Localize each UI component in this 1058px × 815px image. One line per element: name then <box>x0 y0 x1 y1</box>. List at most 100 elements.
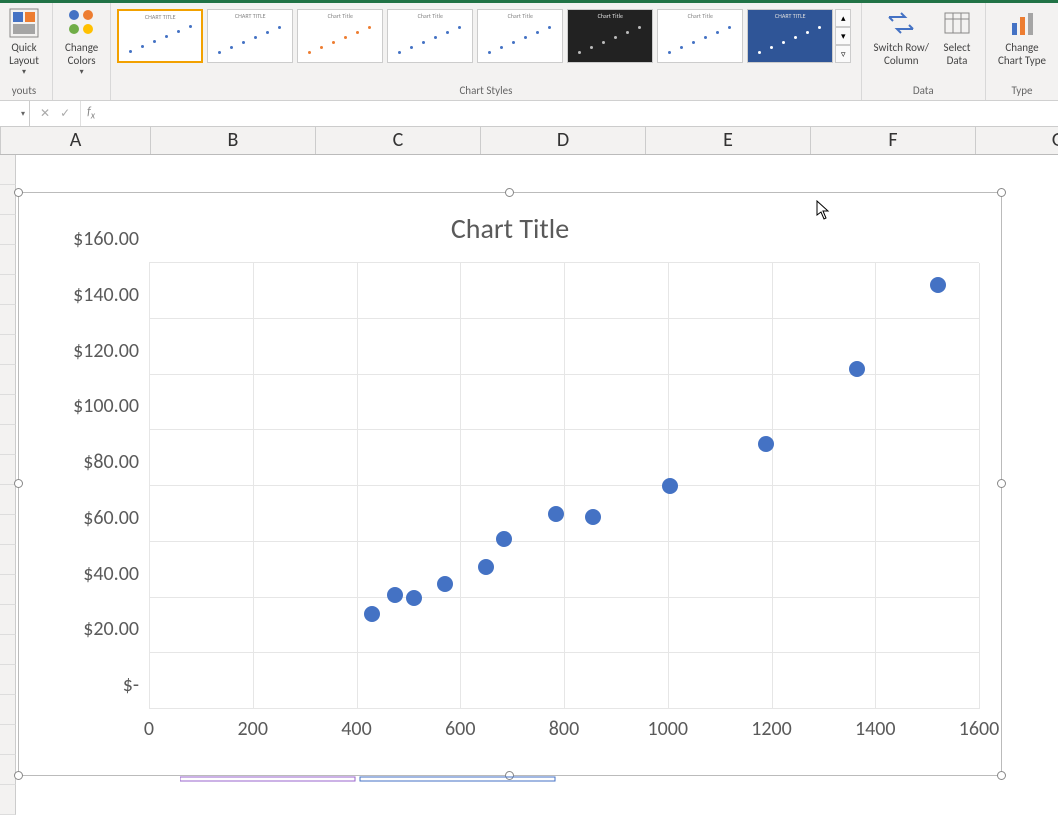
y-axis-tick-label: $140.00 <box>29 283 149 307</box>
x-axis-tick-label: 1600 <box>959 709 1000 741</box>
y-axis-tick-label: $160.00 <box>29 227 149 251</box>
resize-handle[interactable] <box>997 771 1006 780</box>
data-point[interactable] <box>585 509 601 525</box>
embedded-chart[interactable]: Chart Title $-$20.00$40.00$60.00$80.00$1… <box>18 192 1002 776</box>
switch-row-column-label: Switch Row/Column <box>874 41 929 67</box>
ribbon-group-label-layouts: youts <box>2 82 46 100</box>
data-point[interactable] <box>548 506 564 522</box>
chart-title[interactable]: Chart Title <box>19 193 1001 252</box>
fx-icon[interactable]: fx <box>81 101 103 126</box>
resize-handle[interactable] <box>14 479 23 488</box>
x-axis-tick-label: 1400 <box>855 709 896 741</box>
resize-handle[interactable] <box>505 188 514 197</box>
formula-bar: ▾ ✕ ✓ fx <box>0 101 1058 127</box>
column-header[interactable]: C <box>316 127 481 154</box>
y-axis-tick-label: $60.00 <box>29 506 149 530</box>
row-header[interactable] <box>0 395 16 425</box>
y-axis-tick-label: $100.00 <box>29 394 149 418</box>
chart-style-thumb[interactable]: Chart Title <box>387 9 473 63</box>
ribbon-group-label-empty <box>59 82 104 100</box>
row-header[interactable] <box>0 245 16 275</box>
data-point[interactable] <box>758 436 774 452</box>
x-axis-tick-label: 0 <box>144 709 154 741</box>
column-header[interactable]: B <box>151 127 316 154</box>
enter-formula-icon[interactable]: ✓ <box>60 106 70 121</box>
switch-row-column-button[interactable]: Switch Row/Column <box>868 5 935 67</box>
column-headers: A B C D E F G <box>0 127 1058 155</box>
row-header[interactable] <box>0 575 16 605</box>
chart-data-range-indicator <box>180 773 580 781</box>
quick-layout-button[interactable]: QuickLayout ▾ <box>2 5 46 77</box>
formula-input[interactable] <box>103 101 1058 126</box>
row-header[interactable] <box>0 665 16 695</box>
chart-style-thumb[interactable]: Chart Title <box>567 9 653 63</box>
ribbon-group-chart-styles: CHART TITLECHART TITLEChart TitleChart T… <box>111 3 861 100</box>
column-header[interactable]: A <box>1 127 151 154</box>
chart-style-gallery: CHART TITLECHART TITLEChart TitleChart T… <box>117 5 833 63</box>
chart-style-thumb[interactable]: CHART TITLE <box>747 9 833 63</box>
gallery-more-button[interactable]: ▿ <box>835 45 851 63</box>
row-header[interactable] <box>0 365 16 395</box>
chart-style-thumb[interactable]: CHART TITLE <box>207 9 293 63</box>
ribbon-group-layouts: QuickLayout ▾ youts <box>0 3 53 100</box>
row-header[interactable] <box>0 425 16 455</box>
row-header[interactable] <box>0 605 16 635</box>
x-axis-tick-label: 400 <box>341 709 371 741</box>
dropdown-caret-icon: ▾ <box>21 109 29 119</box>
row-header[interactable] <box>0 155 16 185</box>
data-point[interactable] <box>478 559 494 575</box>
row-header[interactable] <box>0 635 16 665</box>
x-axis-tick-label: 200 <box>238 709 268 741</box>
row-header[interactable] <box>0 755 16 785</box>
resize-handle[interactable] <box>997 479 1006 488</box>
change-colors-button[interactable]: ChangeColors ▾ <box>59 5 104 77</box>
chart-style-thumb[interactable]: Chart Title <box>657 9 743 63</box>
row-header[interactable] <box>0 485 16 515</box>
data-point[interactable] <box>849 361 865 377</box>
row-header[interactable] <box>0 335 16 365</box>
gallery-down-button[interactable]: ▾ <box>835 27 851 45</box>
resize-handle[interactable] <box>14 188 23 197</box>
ribbon-group-data: Switch Row/Column SelectData Data <box>862 3 986 100</box>
column-header[interactable]: E <box>646 127 811 154</box>
resize-handle[interactable] <box>14 771 23 780</box>
row-header[interactable] <box>0 305 16 335</box>
resize-handle[interactable] <box>997 188 1006 197</box>
row-header[interactable] <box>0 695 16 725</box>
change-chart-type-button[interactable]: ChangeChart Type <box>992 5 1052 67</box>
data-point[interactable] <box>662 478 678 494</box>
chart-style-thumb[interactable]: Chart Title <box>297 9 383 63</box>
data-point[interactable] <box>387 587 403 603</box>
chart-style-thumb[interactable]: CHART TITLE <box>117 9 203 63</box>
ribbon-group-colors: ChangeColors ▾ <box>53 3 111 100</box>
row-header[interactable] <box>0 515 16 545</box>
gallery-up-button[interactable]: ▴ <box>835 9 851 27</box>
column-header[interactable]: F <box>811 127 976 154</box>
select-data-button[interactable]: SelectData <box>935 5 979 67</box>
row-header[interactable] <box>0 785 16 815</box>
row-header[interactable] <box>0 215 16 245</box>
ribbon-group-label-styles: Chart Styles <box>117 82 854 100</box>
column-header[interactable]: G <box>976 127 1058 154</box>
plot-area[interactable]: $-$20.00$40.00$60.00$80.00$100.00$120.00… <box>149 263 979 709</box>
ribbon-group-type: ChangeChart Type Type <box>986 3 1058 100</box>
x-axis-tick-label: 800 <box>549 709 579 741</box>
data-point[interactable] <box>496 531 512 547</box>
change-colors-label: ChangeColors <box>65 41 98 67</box>
x-axis-tick-label: 1200 <box>751 709 792 741</box>
column-header[interactable]: D <box>481 127 646 154</box>
row-header[interactable] <box>0 275 16 305</box>
x-axis-tick-label: 600 <box>445 709 475 741</box>
data-point[interactable] <box>364 606 380 622</box>
x-axis-tick-label: 1000 <box>647 709 688 741</box>
row-header[interactable] <box>0 725 16 755</box>
cancel-formula-icon[interactable]: ✕ <box>40 106 50 121</box>
chart-style-thumb[interactable]: Chart Title <box>477 9 563 63</box>
name-box[interactable]: ▾ <box>0 101 30 126</box>
row-header[interactable] <box>0 545 16 575</box>
data-point[interactable] <box>406 590 422 606</box>
change-chart-type-icon <box>1006 7 1038 39</box>
y-axis-tick-label: $80.00 <box>29 450 149 474</box>
data-point[interactable] <box>437 576 453 592</box>
data-point[interactable] <box>930 277 946 293</box>
